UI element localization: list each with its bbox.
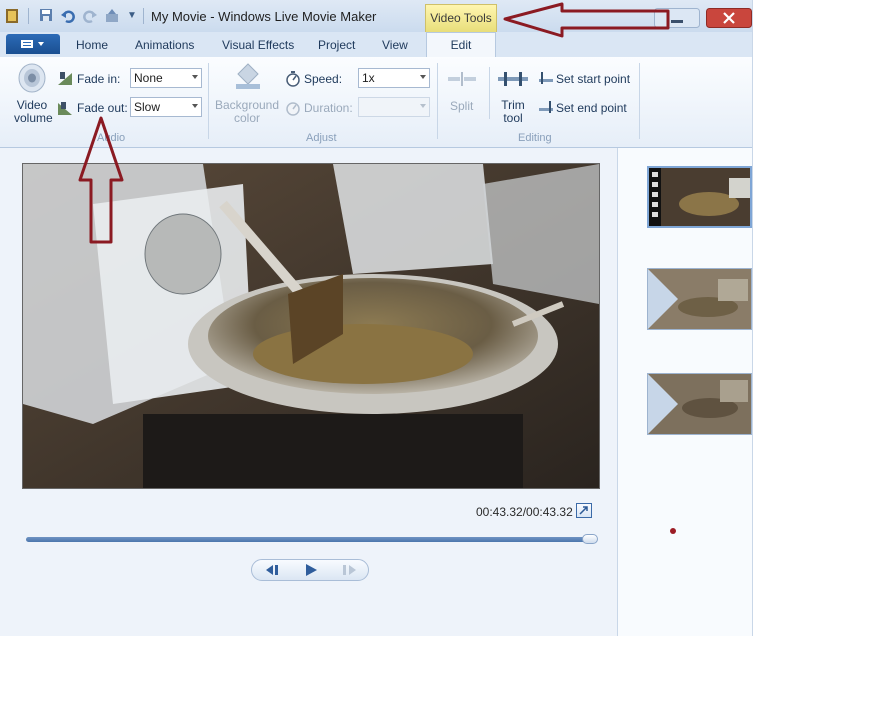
annotation-arrow-right [503,2,670,38]
annotation-arrow-up [78,116,124,244]
annotation-overlay [78,2,670,244]
